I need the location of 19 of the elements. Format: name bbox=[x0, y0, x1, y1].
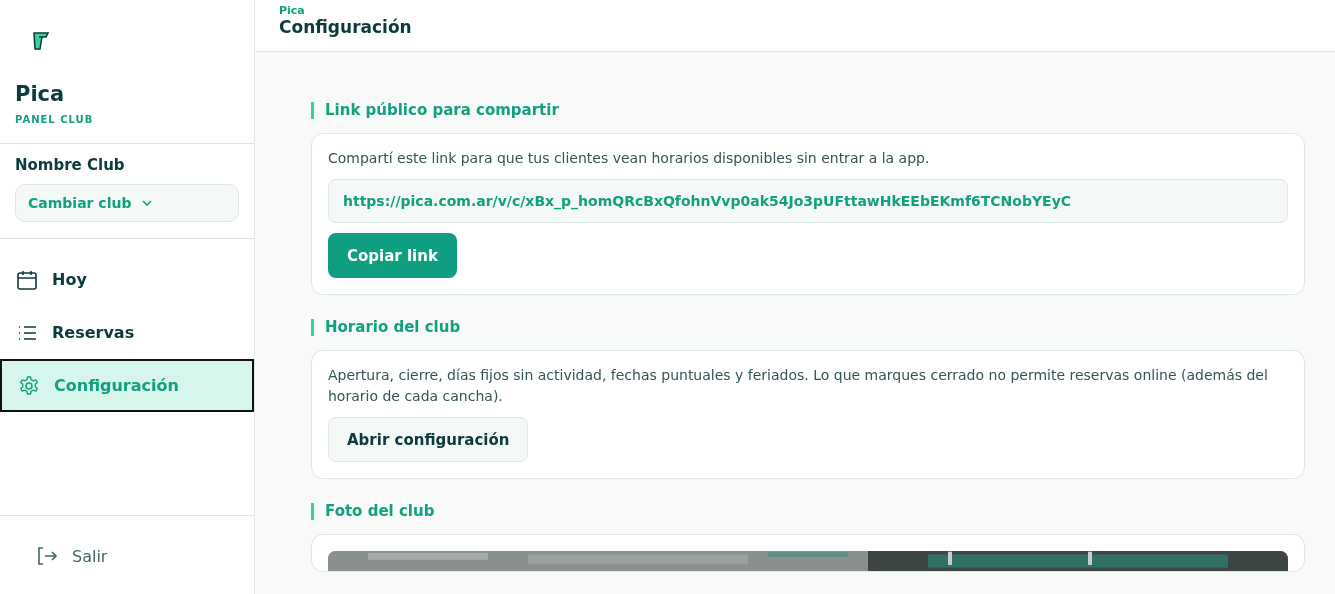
section-title: Link público para compartir bbox=[311, 102, 1305, 119]
club-name: Nombre Club bbox=[15, 156, 126, 174]
section-title: Foto del club bbox=[311, 503, 1305, 520]
description: Compartí este link para que tus clientes vean horarios disponibles sin entrar a la app. bbox=[328, 149, 930, 168]
caret-icon bbox=[141, 199, 154, 207]
breadcrumb: Pica bbox=[279, 4, 306, 17]
settings-icon bbox=[18, 374, 40, 397]
page-title: Configuración bbox=[279, 17, 413, 37]
description: Apertura, cierre, días fijos sin actividad, fechas puntuales y feriados. Lo que marques cerrado no permite reservas online (además del horario de cada cancha). bbox=[328, 366, 1269, 406]
logout-link[interactable]: Salir bbox=[36, 546, 218, 566]
logout-icon bbox=[36, 546, 58, 566]
copy-link-button[interactable]: Copiar link bbox=[328, 233, 457, 278]
open-settings-button[interactable]: Abrir configuración bbox=[328, 417, 529, 462]
brand-subtitle: PANEL CLUB bbox=[15, 114, 94, 125]
section-title: Horario del club bbox=[311, 319, 1305, 336]
calendar-icon bbox=[16, 268, 38, 291]
nav-item[interactable]: Reservas bbox=[0, 306, 254, 359]
nav-item[interactable]: Hoy bbox=[0, 253, 254, 306]
brand-name: Pica bbox=[15, 82, 65, 106]
